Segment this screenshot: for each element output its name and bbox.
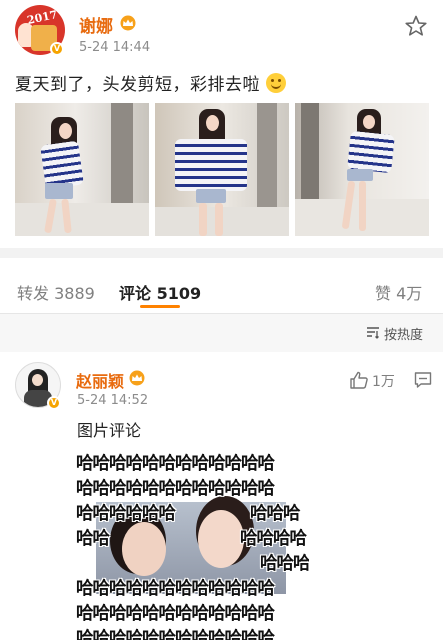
meme-text-row: 哈哈哈哈哈哈 (76, 504, 176, 524)
tab-repost[interactable]: 转发 3889 (17, 280, 95, 304)
tab-comments-label: 评论 (119, 284, 152, 303)
photo-face (206, 115, 219, 131)
post-time: 5-24 14:44 (79, 40, 151, 55)
sort-bar: 按热度 (0, 314, 443, 352)
post-photo-3[interactable] (295, 103, 429, 236)
post-author-name[interactable]: 谢娜 (79, 12, 113, 37)
photo-sweater (347, 130, 395, 174)
tab-repost-count: 3889 (54, 284, 95, 303)
crown-icon (120, 15, 136, 31)
comment-time: 5-24 14:52 (77, 393, 149, 408)
meme-text-row: 哈哈哈哈哈哈哈哈哈哈哈哈 (76, 604, 275, 624)
photo-shorts (347, 169, 373, 181)
avatar-face (32, 374, 43, 386)
meme-laughing-face-right (198, 510, 244, 568)
photo-sweater (175, 139, 247, 191)
tab-likes[interactable]: 赞 4万 (375, 280, 422, 304)
commenter-name[interactable]: 赵丽颖 (76, 368, 124, 392)
active-tab-indicator (140, 305, 180, 308)
tab-likes-count: 4万 (396, 284, 423, 303)
photo-face (363, 115, 375, 129)
sort-icon[interactable] (366, 325, 380, 339)
tab-repost-label: 转发 (17, 284, 50, 303)
tab-likes-label: 赞 (375, 284, 392, 303)
sort-by-hot-button[interactable]: 按热度 (384, 324, 423, 343)
comment-text: 图片评论 (77, 421, 142, 440)
meme-text-row: 哈哈哈哈哈哈哈哈哈哈哈哈 (76, 454, 275, 474)
photo-floor (15, 203, 149, 236)
thumbs-up-icon[interactable] (349, 370, 369, 390)
meme-laughing-face-left (122, 522, 166, 576)
tab-comments[interactable]: 评论 5109 (119, 280, 201, 304)
tab-comments-count: 5109 (156, 284, 202, 303)
post-photo-1[interactable] (15, 103, 149, 236)
comment-like-count: 1万 (372, 374, 395, 390)
photo-shorts (45, 183, 73, 199)
crown-icon (129, 370, 145, 386)
star-outline-icon[interactable] (404, 14, 428, 38)
photo-face (59, 123, 72, 139)
photo-leg-right (359, 181, 366, 231)
post-photo-2[interactable] (155, 103, 289, 236)
photo-leg-left (199, 203, 207, 236)
meme-text-row: 哈哈哈哈哈哈哈哈哈哈哈哈 (76, 579, 275, 599)
meme-text-row: 哈哈哈哈哈哈哈哈哈哈哈哈 (76, 629, 275, 640)
section-separator (0, 248, 443, 258)
smile-emoji-icon (265, 73, 286, 93)
photo-leg-right (215, 203, 223, 236)
meme-text-row: 哈哈哈 (260, 554, 309, 574)
comment-meme-image[interactable]: 哈哈哈哈哈哈哈哈哈哈哈哈 哈哈哈哈哈哈哈哈哈哈哈哈 哈哈哈哈哈哈 哈哈 哈哈哈哈… (76, 448, 309, 640)
meme-text-row: 哈哈 (76, 529, 110, 549)
verified-badge-icon: V (50, 42, 64, 56)
message-icon[interactable] (414, 371, 432, 389)
meme-text-row: 哈哈哈哈 (240, 529, 307, 549)
photo-shorts (196, 189, 226, 203)
post-body-text: 夏天到了，头发剪短，彩排去啦 (15, 75, 260, 95)
post-text: 夏天到了，头发剪短，彩排去啦 (15, 70, 286, 95)
meme-text-row: 哈哈哈哈哈哈哈哈哈哈哈哈 (76, 479, 275, 499)
post-header: 2017 V 谢娜 5-24 14:44 (0, 0, 443, 70)
verified-badge-icon: V (47, 396, 61, 410)
meme-text-row: 哈哈哈 (250, 504, 300, 524)
